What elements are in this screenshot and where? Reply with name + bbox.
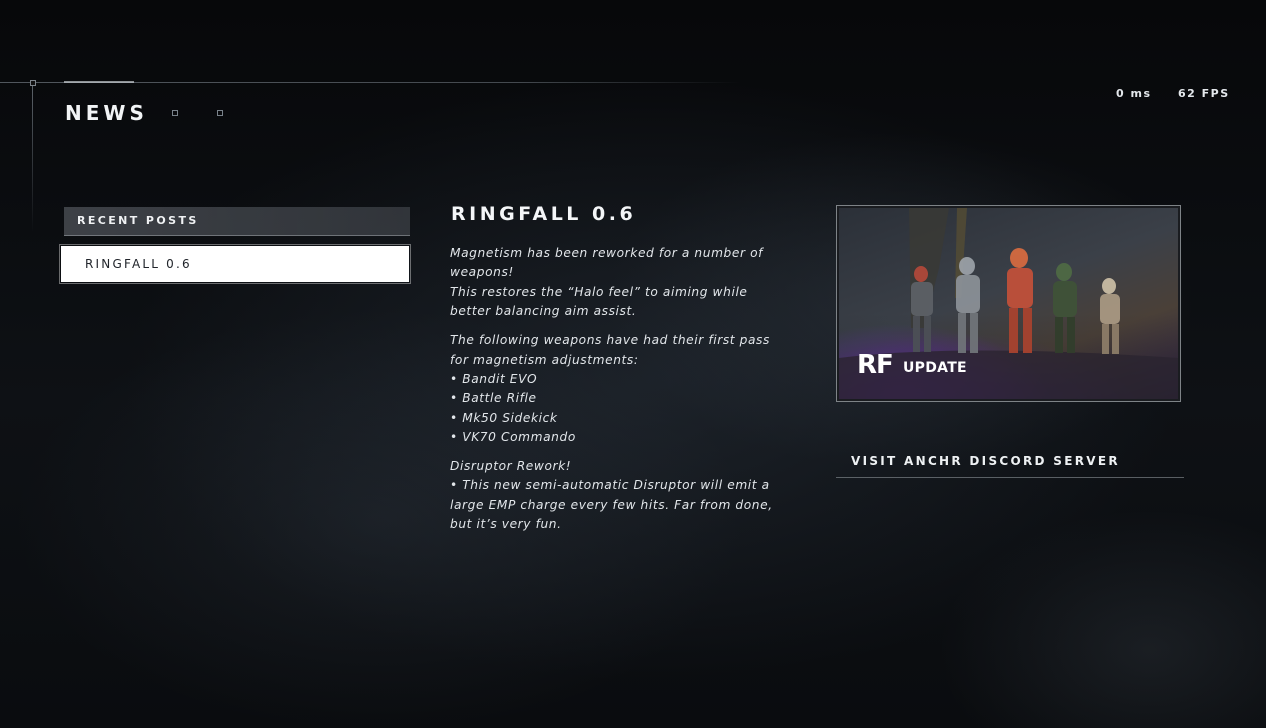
article-line: • This new semi-automatic Disruptor will… (450, 478, 770, 493)
discord-link-label: VISIT ANCHR DISCORD SERVER (851, 454, 1120, 468)
header-divider-accent (64, 81, 134, 83)
recent-posts-header: RECENT POSTS (64, 207, 410, 236)
article-paragraph: Magnetism has been reworked for a number… (450, 244, 780, 322)
article-line: The following weapons have had their fir… (450, 333, 770, 348)
news-screen: NEWS 0 ms 62 FPS RECENT POSTS RINGFALL 0… (0, 0, 1266, 728)
pager-dot-1[interactable] (172, 110, 178, 116)
article-title: RINGFALL 0.6 (451, 203, 637, 225)
header-vertical-line (32, 82, 33, 232)
weapon-list-item: • Mk50 Sidekick (450, 410, 558, 425)
post-item-label: RINGFALL 0.6 (85, 257, 192, 271)
article-line: This restores the “Halo feel” to aiming … (450, 284, 748, 299)
article-line: better balancing aim assist. (450, 304, 637, 319)
fps-readout: 62 FPS (1178, 87, 1230, 100)
rf-logo: RF (857, 350, 894, 380)
article-line: Disruptor Rework! (450, 459, 572, 474)
article-line: weapons! (450, 265, 514, 280)
weapon-list-item: • VK70 Commando (450, 430, 576, 445)
article-body: Magnetism has been reworked for a number… (450, 244, 780, 544)
post-item-ringfall-0-6[interactable]: RINGFALL 0.6 (59, 244, 411, 284)
weapon-list-item: • Battle Rifle (450, 391, 537, 406)
promo-image-card[interactable]: RF UPDATE (836, 205, 1181, 402)
discord-link-button[interactable]: VISIT ANCHR DISCORD SERVER (836, 448, 1184, 478)
article-line: for magnetism adjustments: (450, 352, 639, 367)
recent-posts-label: RECENT POSTS (77, 214, 199, 227)
weapon-list-item: • Bandit EVO (450, 371, 538, 386)
promo-image: RF UPDATE (839, 208, 1178, 399)
article-line: Magnetism has been reworked for a number… (450, 246, 764, 260)
article-paragraph: Disruptor Rework! • This new semi-automa… (450, 457, 780, 535)
article-paragraph: The following weapons have had their fir… (450, 331, 780, 447)
article-line: but it’s very fun. (450, 517, 562, 532)
article-line: large EMP charge every few hits. Far fro… (450, 497, 773, 512)
page-title: NEWS (65, 101, 148, 125)
update-badge: UPDATE (903, 360, 967, 376)
latency-readout: 0 ms (1116, 87, 1152, 100)
header-node-icon (30, 80, 36, 86)
pager-dot-2[interactable] (217, 110, 223, 116)
